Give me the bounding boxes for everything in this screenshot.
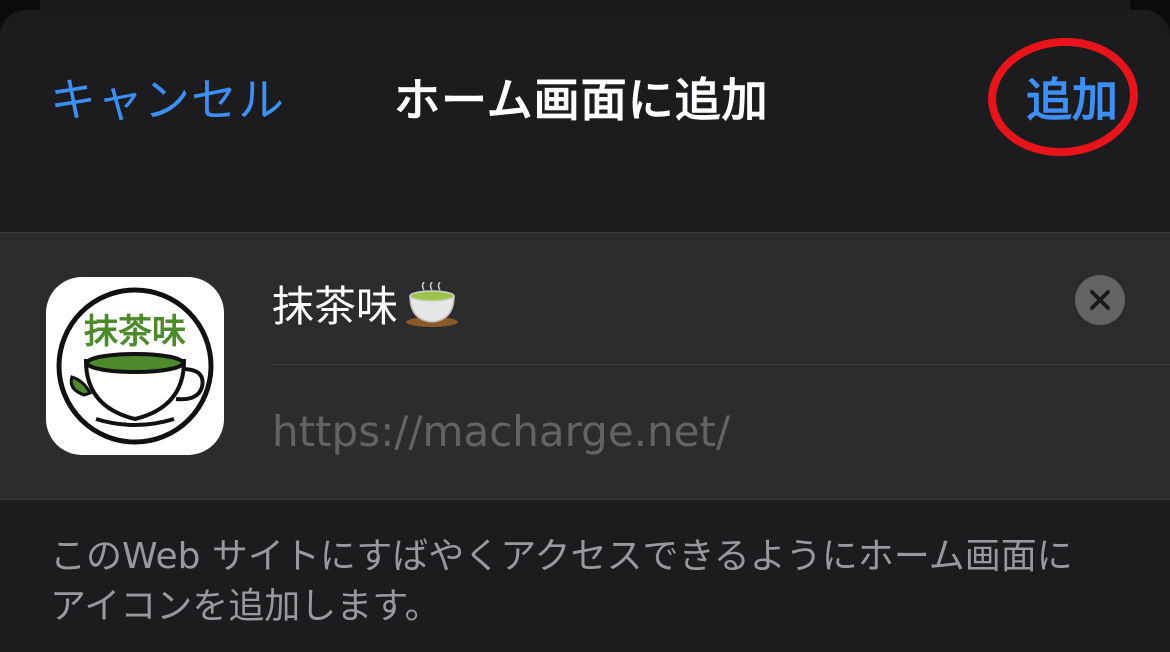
- matcha-logo-icon: 抹茶味: [56, 287, 214, 445]
- page-title: ホーム画面に追加: [394, 73, 769, 127]
- clear-text-button[interactable]: [1075, 275, 1125, 325]
- teacup-emoji-icon: [402, 281, 462, 338]
- add-button[interactable]: 追加: [1026, 64, 1118, 130]
- background-sheet-edge: [40, 0, 1130, 10]
- close-icon: [1090, 290, 1110, 310]
- icon-logo-text: 抹茶味: [84, 312, 186, 352]
- app-icon: 抹茶味: [46, 277, 224, 455]
- site-url-text: https://macharge.net/: [272, 407, 731, 456]
- description-line-1: このWeb サイトにすばやくアクセスできるようにホーム画面に: [50, 536, 1073, 577]
- description-line-2: アイコンを追加します。: [50, 586, 441, 627]
- add-button-area: 追加: [984, 30, 1142, 170]
- bookmark-card: 抹茶味 抹茶味 https://macharge.net/: [0, 232, 1170, 500]
- cancel-button[interactable]: キャンセル: [50, 64, 285, 130]
- site-name-text: 抹茶味: [272, 282, 399, 331]
- site-name-field[interactable]: 抹茶味: [272, 273, 462, 338]
- navigation-bar: キャンセル ホーム画面に追加 追加: [0, 10, 1170, 180]
- description-text: このWeb サイトにすばやくアクセスできるようにホーム画面に アイコンを追加しま…: [50, 532, 1130, 632]
- add-to-home-sheet: キャンセル ホーム画面に追加 追加 抹茶味 抹茶味 https://machar…: [0, 10, 1170, 652]
- field-divider: [270, 364, 1170, 365]
